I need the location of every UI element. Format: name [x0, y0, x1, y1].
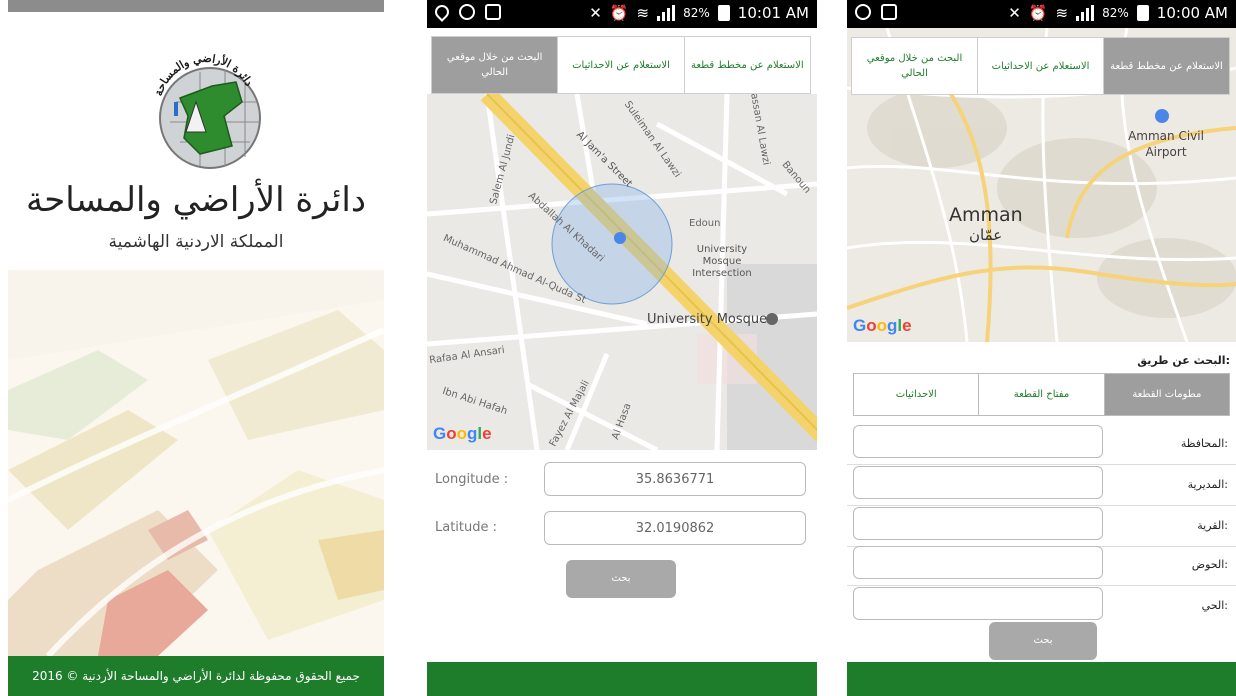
alarm-icon: ⏰ [1028, 4, 1048, 22]
map-label-city-ar: عمّان [969, 226, 1003, 244]
wifi-icon: ≋ [636, 4, 650, 22]
tab-coordinates[interactable]: الاستعلام عن الاحداثيات [557, 37, 683, 93]
basin-label: الحوض: [1191, 558, 1228, 571]
form-row-basin: الحوض: [847, 546, 1236, 586]
form-row-district: الحي: [847, 587, 1236, 627]
latitude-label: Latitude : [435, 520, 498, 535]
directorate-label: المديرية: [1187, 478, 1228, 491]
tab-coordinates[interactable]: الاستعلام عن الاحداثيات [977, 38, 1103, 94]
search-button[interactable]: بحث [989, 622, 1097, 660]
district-input[interactable] [853, 587, 1103, 620]
location-icon [432, 2, 452, 22]
governorate-input[interactable] [853, 425, 1103, 458]
map-label-street: Edoun [689, 218, 721, 229]
search-by-heading: البحث عن طريق: [1137, 354, 1230, 367]
signal-icon [657, 5, 676, 21]
clock: 10:00 AM [1156, 4, 1228, 22]
splash-subtitle: المملكة الاردنية الهاشمية [108, 232, 284, 252]
dls-logo: دائرة الأراضي والمساحة [152, 52, 261, 169]
clock: 10:01 AM [737, 4, 809, 22]
map-label-airport: Amman Civil Airport [1128, 129, 1204, 159]
segment-parcel-key[interactable]: مفتاح القطعة [978, 374, 1103, 415]
bottom-green-bar [427, 662, 817, 696]
google-logo: Google [433, 424, 492, 443]
directorate-input[interactable] [853, 466, 1103, 499]
query-tab-bar: البحث من خلال موقعي الحالي الاستعلام عن … [431, 36, 811, 94]
form-row-village: القرية: [847, 507, 1236, 547]
mute-icon: ✕ [1008, 4, 1021, 22]
tab-parcel-plan[interactable]: الاستعلام عن مخطط قطعة [683, 37, 810, 93]
map-label-intersection: University Mosque Intersection [692, 244, 752, 279]
location-map[interactable]: Al Jam'a Street Suleiman Al Lawzi Abdall… [427, 94, 817, 450]
map-label-city-en: Amman [949, 204, 1023, 226]
longitude-label: Longitude : [435, 472, 509, 487]
village-input[interactable] [853, 507, 1103, 540]
tab-current-location[interactable]: البحث من خلال موقعي الحالي [432, 37, 558, 93]
map-label-mosque: University Mosque [647, 312, 768, 327]
alarm-icon: ⏰ [609, 4, 629, 22]
parcel-info-screen: ✕ ⏰ ≋ 82% 10:00 AM Amman Civil Airport A… [847, 0, 1236, 696]
status-bar: ✕ ⏰ ≋ 82% 10:00 AM [847, 0, 1236, 28]
battery-icon [717, 5, 730, 21]
whatsapp-icon [459, 4, 475, 20]
tab-current-location[interactable]: البحث من خلال موقعي الحالي [852, 38, 977, 94]
tab-parcel-plan[interactable]: الاستعلام عن مخطط قطعة [1103, 38, 1229, 94]
battery-icon [1136, 5, 1149, 21]
splash-title: دائرة الأراضي والمساحة [26, 180, 366, 220]
segment-parcel-info[interactable]: مطومات القطعة [1103, 374, 1229, 415]
latitude-field[interactable]: 32.0190862 [544, 511, 806, 545]
form-row-governorate: المحافظة: [847, 425, 1236, 465]
basin-input[interactable] [853, 546, 1103, 579]
splash-screen: دائرة الأراضي والمساحة دائرة الأراضي وال… [8, 0, 384, 696]
battery-percent: 82% [1102, 6, 1129, 20]
screenshot-icon [485, 4, 501, 20]
mute-icon: ✕ [589, 4, 602, 22]
district-label: الحي: [1201, 599, 1228, 612]
splash-top-bar [8, 0, 384, 12]
longitude-field[interactable]: 35.8636771 [544, 462, 806, 496]
coordinates-screen: ✕ ⏰ ≋ 82% 10:01 AM البحث من خلال موقعي ا… [427, 0, 817, 696]
search-button[interactable]: بحث [566, 560, 676, 598]
signal-icon [1076, 5, 1095, 21]
bottom-green-bar [847, 662, 1236, 696]
screenshot-icon [881, 4, 897, 20]
status-bar: ✕ ⏰ ≋ 82% 10:01 AM [427, 0, 817, 28]
query-tab-bar: البحث من خلال موقعي الحالي الاستعلام عن … [851, 37, 1230, 95]
wifi-icon: ≋ [1055, 4, 1069, 22]
governorate-label: المحافظة: [1180, 437, 1228, 450]
splash-footer-copyright: جميع الحقوق محفوظة لدائرة الأراضي والمسا… [8, 656, 384, 696]
google-logo: Google [853, 316, 912, 335]
segment-coordinates[interactable]: الاحداثيات [854, 374, 978, 415]
battery-percent: 82% [683, 6, 710, 20]
search-type-segmented-control: الاحداثيات مفتاح القطعة مطومات القطعة [853, 373, 1230, 416]
village-label: القرية: [1197, 519, 1228, 532]
whatsapp-icon [855, 4, 871, 20]
splash-background-map [8, 270, 384, 656]
form-row-directorate: المديرية: [847, 466, 1236, 506]
